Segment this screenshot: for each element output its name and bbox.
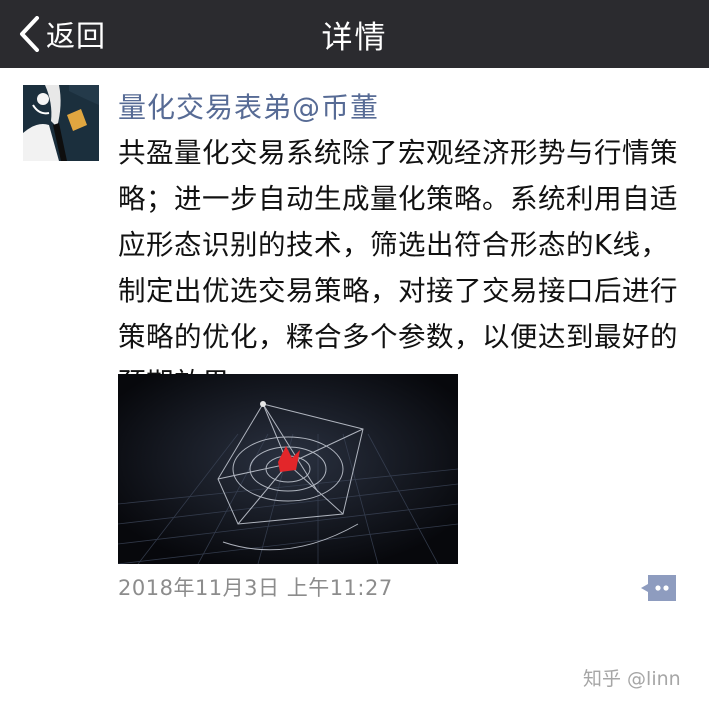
author-name[interactable]: 量化交易表弟@币董: [118, 86, 379, 126]
avatar[interactable]: [23, 85, 99, 161]
post-image[interactable]: [118, 374, 458, 564]
nav-bar: 返回 详情: [0, 0, 709, 68]
comment-button[interactable]: [641, 575, 676, 601]
watermark: 知乎 @linn: [583, 668, 681, 690]
comment-bubble-icon: [641, 575, 676, 601]
chevron-left-icon: [20, 16, 39, 52]
post-timestamp: 2018年11月3日 上午11:27: [118, 576, 393, 600]
back-label: 返回: [46, 19, 107, 53]
page-title: 详情: [321, 19, 388, 56]
back-button[interactable]: 返回: [18, 8, 106, 60]
post-text: 共盈量化交易系统除了宏观经济形势与行情策略；进一步自动生成量化策略。系统利用自适…: [118, 137, 678, 399]
